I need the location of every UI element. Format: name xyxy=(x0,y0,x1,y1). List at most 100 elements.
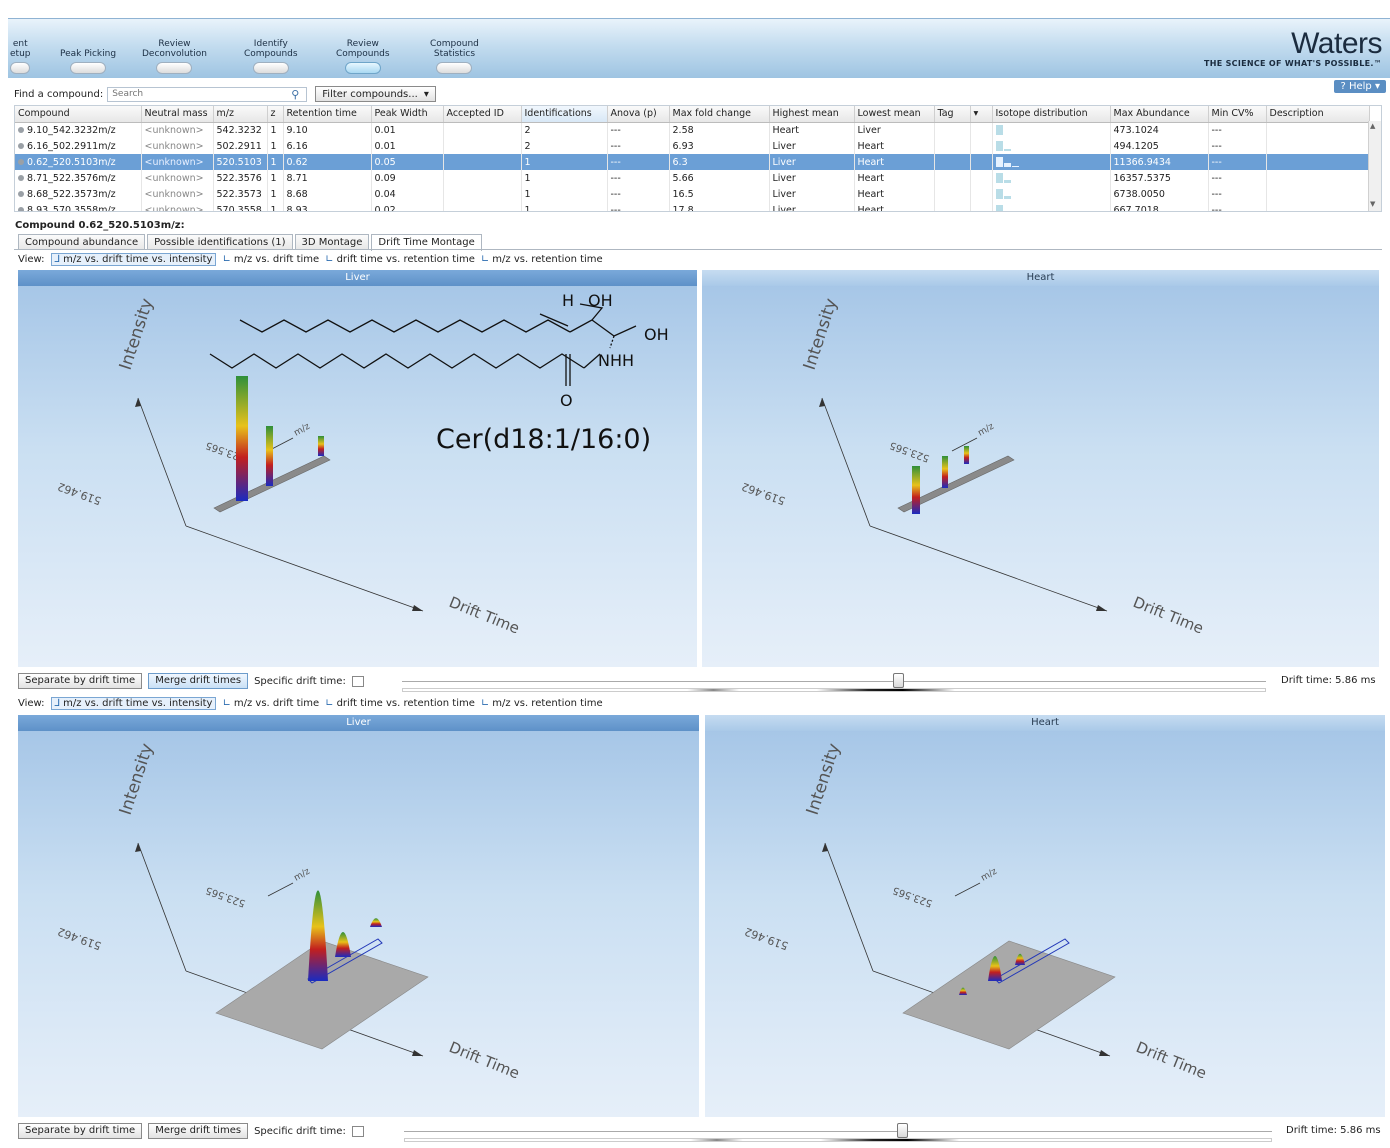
tab-3d-montage[interactable]: 3D Montage xyxy=(294,234,370,250)
workflow-step-button[interactable] xyxy=(436,62,473,74)
column-header[interactable]: Anova (p) xyxy=(607,106,670,123)
view-option-mz-retention[interactable]: ∟ m/z vs. retention time xyxy=(481,254,603,265)
liver-drift-plot-merged[interactable]: Liver Intensity Drift Time 519.462 523.565 m… xyxy=(18,715,699,1117)
table-cell-cv: --- xyxy=(1208,186,1267,202)
table-cell-highest: Liver xyxy=(769,170,855,186)
table-cell-z: 1 xyxy=(267,122,284,138)
search-icon[interactable]: ⚲ xyxy=(291,88,299,101)
isotope-distribution-bars xyxy=(995,189,1022,199)
view-label: View: xyxy=(18,698,45,709)
workflow-step-peak-picking[interactable]: Peak Picking xyxy=(60,49,116,74)
column-header[interactable]: Max fold change xyxy=(669,106,770,123)
selected-compound-label: Compound 0.62_520.5103m/z: xyxy=(15,220,185,231)
view-option-mz-drift-intensity[interactable]: ⅃ m/z vs. drift time vs. intensity xyxy=(50,253,217,266)
workflow-step-identify-compounds[interactable]: Identify Compounds xyxy=(244,39,298,74)
help-menu[interactable]: ? Help ▾ xyxy=(1334,80,1386,93)
axis-2d-icon: ∟ xyxy=(325,254,334,265)
drift-time-slider[interactable] xyxy=(404,1131,1272,1132)
drift-axis-arrow xyxy=(412,605,423,611)
table-row[interactable]: 6.16_502.2911m/z <unknown> 502.2911 1 6.16 0.… xyxy=(15,138,1370,154)
workflow-step-button[interactable] xyxy=(344,62,381,74)
specific-drift-time-checkbox[interactable] xyxy=(351,675,364,687)
tab-divider xyxy=(14,249,1382,250)
filter-compounds-button[interactable]: Filter compounds... ▾ xyxy=(315,86,436,102)
column-header[interactable]: Max Abundance xyxy=(1110,106,1209,123)
axis-2d-icon: ∟ xyxy=(480,698,490,709)
column-header[interactable]: Min CV% xyxy=(1208,106,1267,123)
table-scrollbar[interactable] xyxy=(1368,121,1381,211)
merge-drift-times-button[interactable]: Merge drift times xyxy=(148,673,249,689)
axis-3d-icon: ⅃ xyxy=(54,698,61,709)
specific-drift-time-checkbox[interactable] xyxy=(351,1125,364,1137)
table-cell xyxy=(970,170,993,186)
search-input[interactable] xyxy=(107,86,308,102)
mz-tick-low: 519.462 xyxy=(56,480,103,508)
table-row[interactable]: 8.68_522.3573m/z <unknown> 522.3573 1 8.68 0.… xyxy=(15,186,1370,202)
column-header[interactable]: Tag xyxy=(934,106,971,123)
column-header[interactable]: Peak Width xyxy=(371,106,444,123)
table-cell xyxy=(970,186,993,202)
table-row[interactable]: 9.10_542.3232m/z <unknown> 542.3232 1 9.10 0.… xyxy=(15,122,1370,138)
separate-by-drift-time-button[interactable]: Separate by drift time xyxy=(18,1123,143,1139)
table-cell-lowest: Heart xyxy=(854,138,935,154)
isotope-bar xyxy=(1003,162,1011,167)
workflow-step-button[interactable] xyxy=(156,62,193,74)
view-option-mz-drift-intensity[interactable]: ⅃ m/z vs. drift time vs. intensity xyxy=(50,697,217,710)
merge-drift-times-button[interactable]: Merge drift times xyxy=(148,1123,249,1139)
table-row[interactable]: 8.93_570.3558m/z <unknown> 570.3558 1 8.93 0.… xyxy=(15,202,1370,211)
column-header[interactable]: z xyxy=(267,106,284,123)
workflow-step-label: Review Deconvolution xyxy=(142,39,207,59)
workflow-step-review-deconvolution[interactable]: Review Deconvolution xyxy=(142,39,207,74)
mz-tick-high: 523.565 xyxy=(888,439,931,463)
intensity-axis-label: Intensity xyxy=(800,296,842,373)
table-cell-tag xyxy=(934,122,971,138)
view-option-mz-retention[interactable]: ∟ m/z vs. retention time xyxy=(481,698,603,709)
tab-possible-identifications[interactable]: Possible identifications (1) xyxy=(147,234,293,250)
column-header[interactable]: Highest mean xyxy=(769,106,855,123)
table-row[interactable]: 0.62_520.5103m/z <unknown> 520.5103 1 0.62 0.… xyxy=(15,154,1370,170)
isotope-bar xyxy=(995,125,1003,136)
column-header[interactable]: Lowest mean xyxy=(854,106,935,123)
workflow-step-button[interactable] xyxy=(70,62,107,74)
column-header-sorted[interactable]: Identifications xyxy=(521,106,608,123)
workflow-step-button[interactable] xyxy=(10,62,30,74)
column-header[interactable]: Compound xyxy=(15,106,142,123)
workflow-step-setup[interactable]: ent etup xyxy=(10,39,30,74)
table-cell-highest: Liver xyxy=(769,186,855,202)
table-row[interactable]: 8.71_522.3576m/z <unknown> 522.3576 1 8.71 0.… xyxy=(15,170,1370,186)
row-status-icon xyxy=(18,191,24,197)
table-cell-neutral-mass: <unknown> xyxy=(141,170,214,186)
table-cell-anova: --- xyxy=(607,170,670,186)
column-header[interactable]: Accepted ID xyxy=(443,106,522,123)
drift-density-bar xyxy=(404,1138,1272,1142)
workflow-step-review-compounds[interactable]: Review Compounds xyxy=(336,39,390,74)
table-cell-accepted xyxy=(443,154,522,170)
column-header[interactable]: Neutral mass xyxy=(141,106,214,123)
view-option-mz-drift[interactable]: ∟ m/z vs. drift time xyxy=(222,254,319,265)
drift-time-slider[interactable] xyxy=(402,681,1266,682)
view-option-drift-retention[interactable]: ∟ drift time vs. retention time xyxy=(325,254,475,265)
isotope-bar xyxy=(995,173,1003,183)
workflow-step-compound-statistics[interactable]: Compound Statistics xyxy=(430,39,479,74)
view-option-mz-drift[interactable]: ∟ m/z vs. drift time xyxy=(222,698,319,709)
column-header[interactable]: m/z xyxy=(213,106,268,123)
heart-drift-plot-separated[interactable]: Heart Intensity Drift Time 519.462 523.565 m… xyxy=(702,270,1379,667)
column-header[interactable]: Description xyxy=(1266,106,1370,123)
tag-dropdown[interactable]: ▾ xyxy=(970,106,993,123)
scroll-down-icon[interactable]: ▼ xyxy=(1370,200,1375,208)
drift-time-slider-thumb[interactable] xyxy=(893,673,904,688)
scroll-up-icon[interactable]: ▲ xyxy=(1370,122,1375,130)
column-header[interactable]: Retention time xyxy=(283,106,372,123)
structure-oh: OH xyxy=(588,291,613,310)
table-cell-fold: 2.58 xyxy=(669,122,770,138)
workflow-step-label: ent etup xyxy=(10,39,31,59)
separate-by-drift-time-button[interactable]: Separate by drift time xyxy=(18,673,143,689)
workflow-step-button[interactable] xyxy=(252,62,289,74)
drift-time-slider-thumb[interactable] xyxy=(897,1123,908,1138)
view-option-drift-retention[interactable]: ∟ drift time vs. retention time xyxy=(325,698,475,709)
heart-drift-plot-merged[interactable]: Heart Intensity Drift Time 519.462 523.565 m… xyxy=(705,715,1385,1117)
tab-compound-abundance[interactable]: Compound abundance xyxy=(18,234,146,250)
table-cell xyxy=(970,138,993,154)
table-cell-lowest: Heart xyxy=(854,202,935,211)
column-header[interactable]: Isotope distribution xyxy=(992,106,1111,123)
